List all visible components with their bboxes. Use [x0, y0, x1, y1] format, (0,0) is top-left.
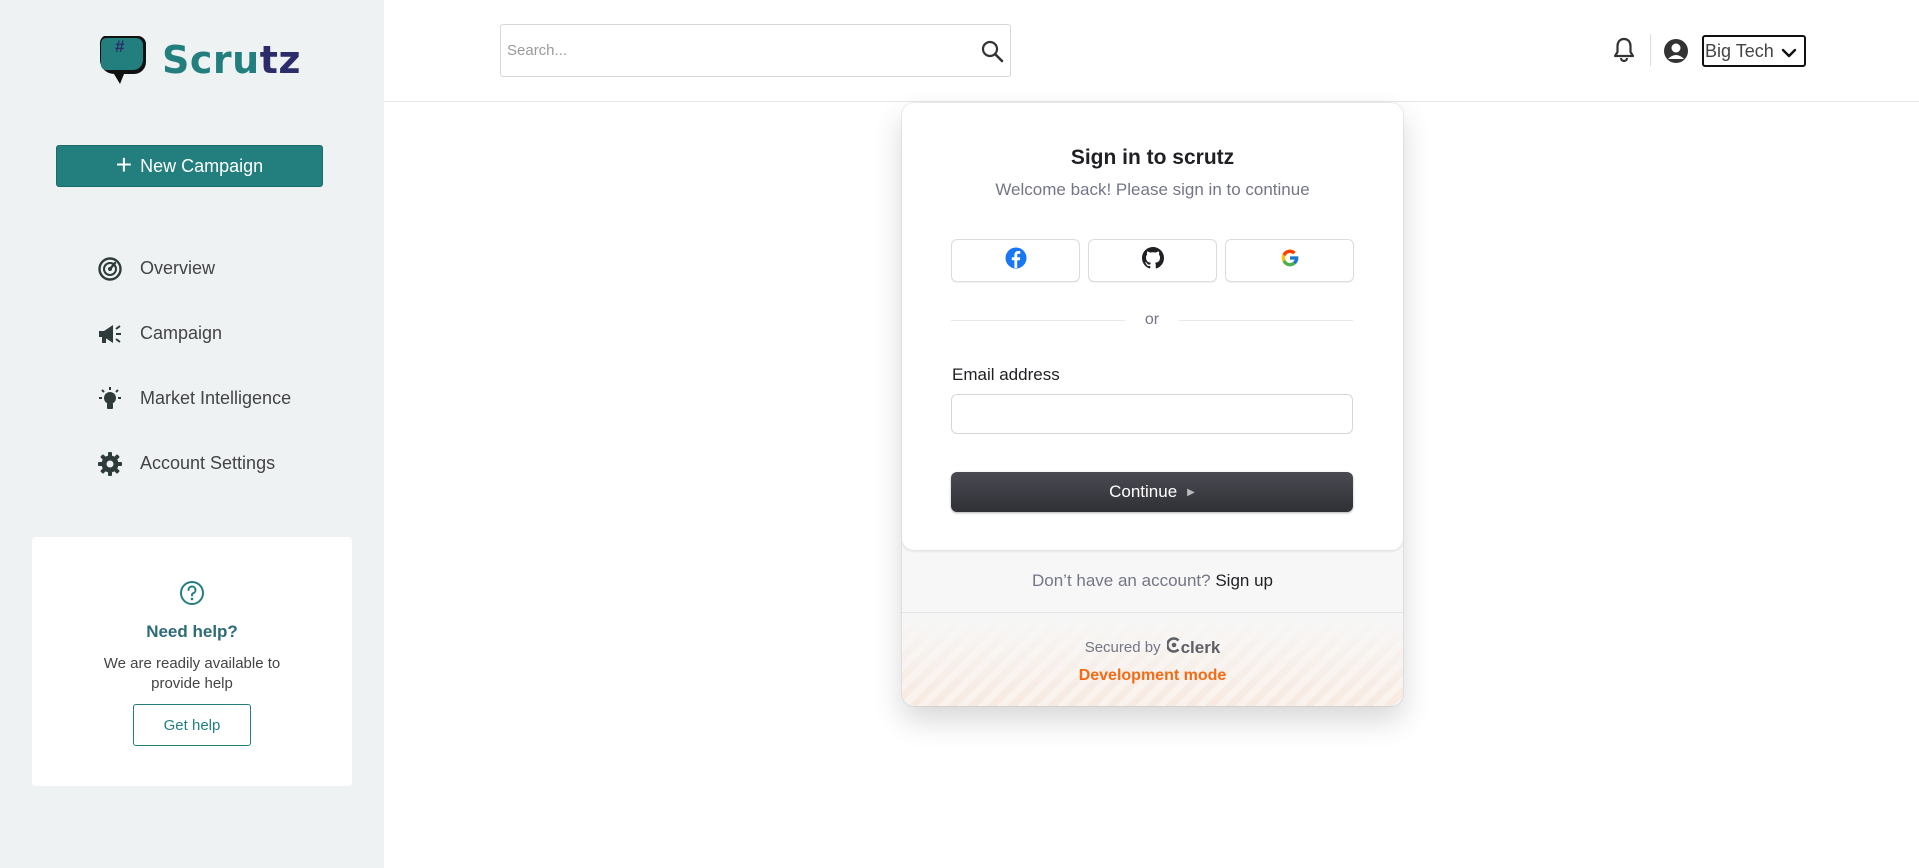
new-campaign-label: New Campaign [140, 155, 264, 176]
logo-hash: # [115, 37, 125, 56]
signup-link[interactable]: Sign up [1215, 571, 1273, 590]
signin-title: Sign in to scrutz [1070, 146, 1235, 169]
facebook-icon [1005, 247, 1027, 274]
signin-main-panel: Sign in to scrutz Welcome back! Please s… [902, 103, 1403, 550]
speedometer-icon [97, 256, 123, 282]
sidebar-item-label: Market Intelligence [140, 388, 292, 408]
github-signin-button[interactable] [1088, 239, 1217, 282]
signup-prompt: Don’t have an account? Sign up [902, 571, 1403, 591]
megaphone-icon [97, 321, 123, 347]
divider-line [951, 319, 1125, 321]
secured-by-text: Secured by [1084, 639, 1161, 656]
sidebar-item-market-intelligence[interactable]: Market Intelligence [97, 366, 291, 431]
help-card: Need help? We are readily available to p… [32, 537, 352, 786]
help-title: Need help? [146, 622, 238, 641]
get-help-button[interactable]: Get help [133, 704, 251, 746]
google-signin-button[interactable] [1225, 239, 1354, 282]
secured-by: Secured by clerk [902, 637, 1403, 658]
no-account-text: Don’t have an account? [1031, 571, 1211, 590]
or-divider: or [951, 311, 1354, 329]
continue-label: Continue [1109, 482, 1178, 501]
dev-mode-label: Development mode [1078, 667, 1227, 684]
continue-button[interactable]: Continue ▶ [951, 472, 1353, 512]
question-circle-icon [179, 580, 205, 611]
dev-mode-footer: Secured by clerk Development mode [902, 613, 1403, 706]
search-icon[interactable] [980, 39, 1004, 68]
google-icon [1280, 248, 1300, 273]
email-label: Email address [952, 365, 1060, 384]
sidebar-item-account-settings[interactable]: Account Settings [97, 431, 291, 496]
plus-icon: + [115, 148, 133, 180]
sidebar-item-label: Account Settings [140, 453, 276, 473]
brand-name: Scrutz [162, 38, 301, 82]
lightbulb-icon [97, 386, 123, 412]
social-buttons [951, 239, 1354, 282]
clerk-icon [1165, 637, 1181, 658]
header-divider [1650, 34, 1651, 66]
sidebar-item-label: Campaign [140, 323, 223, 343]
clerk-name: clerk [1180, 637, 1221, 657]
gear-icon [97, 451, 123, 477]
search-box [500, 24, 1011, 77]
sidebar-item-label: Overview [140, 258, 216, 278]
divider-line [1179, 319, 1354, 321]
search-input[interactable] [507, 25, 977, 76]
signin-subtitle: Welcome back! Please sign in to continue [995, 180, 1310, 199]
user-avatar-icon[interactable] [1663, 38, 1689, 69]
top-header: Big Tech [384, 0, 1919, 102]
chevron-down-icon [1781, 44, 1797, 65]
account-name: Big Tech [1705, 40, 1774, 61]
logo-mark-icon: # [98, 34, 148, 86]
sidebar-nav: Overview Campaign Market Intelligence Ac… [97, 236, 291, 496]
signin-card: Sign in to scrutz Welcome back! Please s… [902, 103, 1403, 706]
account-dropdown[interactable]: Big Tech [1702, 35, 1806, 67]
brand-logo[interactable]: # Scrutz [98, 34, 301, 86]
clerk-logo[interactable]: clerk [1165, 637, 1221, 658]
facebook-signin-button[interactable] [951, 239, 1080, 282]
sidebar-item-campaign[interactable]: Campaign [97, 301, 291, 366]
email-field[interactable] [951, 394, 1353, 434]
or-text: or [1144, 311, 1160, 328]
help-text: We are readily available to provide help [103, 655, 281, 692]
play-arrow-icon: ▶ [1187, 486, 1195, 498]
sidebar: # Scrutz + New Campaign Overview Campaig… [0, 0, 384, 868]
sidebar-item-overview[interactable]: Overview [97, 236, 291, 301]
new-campaign-button[interactable]: + New Campaign [56, 145, 323, 187]
notification-bell-icon[interactable] [1612, 37, 1636, 68]
github-icon [1141, 247, 1164, 274]
